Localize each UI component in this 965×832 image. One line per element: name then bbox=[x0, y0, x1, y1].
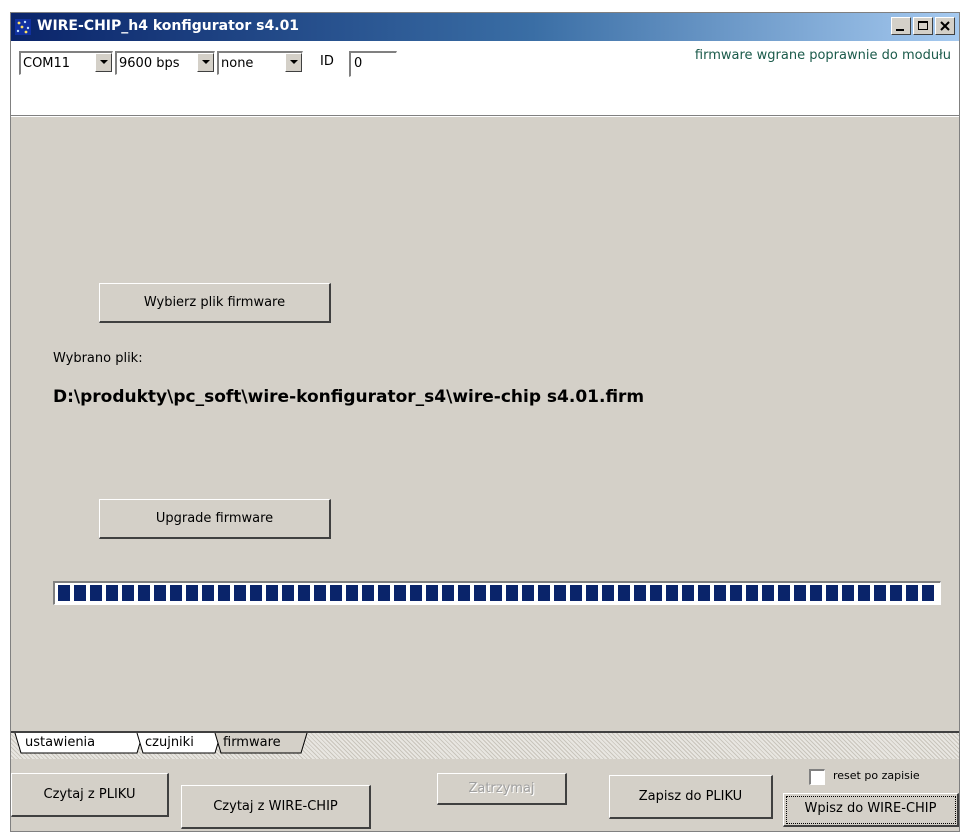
progress-block bbox=[458, 585, 470, 601]
progress-block bbox=[378, 585, 390, 601]
progress-block bbox=[410, 585, 422, 601]
close-button[interactable] bbox=[935, 17, 955, 35]
progress-block bbox=[650, 585, 662, 601]
progress-block bbox=[346, 585, 358, 601]
chevron-down-icon bbox=[202, 60, 210, 64]
maximize-icon bbox=[918, 21, 928, 30]
progress-block bbox=[362, 585, 374, 601]
progress-block bbox=[314, 585, 326, 601]
status-message: firmware wgrane poprawnie do modułu bbox=[694, 48, 951, 63]
id-input[interactable]: 0 bbox=[349, 51, 397, 77]
dropdown-arrow[interactable] bbox=[95, 53, 112, 72]
progress-block bbox=[602, 585, 614, 601]
progress-block bbox=[874, 585, 886, 601]
app-icon bbox=[15, 19, 31, 35]
progress-block bbox=[298, 585, 310, 601]
minimize-button[interactable] bbox=[891, 17, 911, 35]
write-chip-button[interactable]: Wpisz do WIRE-CHIP bbox=[783, 793, 959, 827]
title-bar[interactable]: WIRE-CHIP_h4 konfigurator s4.01 bbox=[11, 13, 959, 41]
progress-block bbox=[490, 585, 502, 601]
toolbar: COM11 9600 bps none ID 0 firmware wgrane… bbox=[11, 41, 959, 115]
progress-block bbox=[730, 585, 742, 601]
progress-block bbox=[106, 585, 118, 601]
progress-block bbox=[394, 585, 406, 601]
progress-block bbox=[922, 585, 934, 601]
tab-czujniki[interactable]: czujniki bbox=[145, 733, 194, 755]
progress-block bbox=[794, 585, 806, 601]
id-label: ID bbox=[320, 54, 334, 69]
progress-block bbox=[234, 585, 246, 601]
progress-block bbox=[426, 585, 438, 601]
progress-block bbox=[170, 585, 182, 601]
progress-block bbox=[330, 585, 342, 601]
dropdown-arrow[interactable] bbox=[197, 53, 214, 72]
stop-button: Zatrzymaj bbox=[437, 773, 567, 805]
reset-after-write-label: reset po zapisie bbox=[833, 769, 920, 782]
upgrade-firmware-button[interactable]: Upgrade firmware bbox=[99, 499, 331, 539]
progress-block bbox=[570, 585, 582, 601]
progress-block bbox=[186, 585, 198, 601]
progress-block bbox=[122, 585, 134, 601]
window-title: WIRE-CHIP_h4 konfigurator s4.01 bbox=[37, 18, 300, 34]
selected-file-path: D:\produkty\pc_soft\wire-konfigurator_s4… bbox=[53, 387, 645, 407]
progress-block bbox=[538, 585, 550, 601]
minimize-icon bbox=[896, 29, 904, 31]
progress-block bbox=[282, 585, 294, 601]
progress-block bbox=[810, 585, 822, 601]
progress-block bbox=[698, 585, 710, 601]
progress-block bbox=[506, 585, 518, 601]
progress-block bbox=[138, 585, 150, 601]
progress-block bbox=[218, 585, 230, 601]
choose-firmware-button[interactable]: Wybierz plik firmware bbox=[99, 283, 331, 323]
progress-block bbox=[90, 585, 102, 601]
progress-block bbox=[74, 585, 86, 601]
progress-block bbox=[522, 585, 534, 601]
progress-block bbox=[586, 585, 598, 601]
tab-strip: ustawienia czujniki firmware bbox=[11, 731, 959, 759]
chevron-down-icon bbox=[290, 60, 298, 64]
progress-block bbox=[154, 585, 166, 601]
dropdown-arrow[interactable] bbox=[285, 53, 302, 72]
progress-block bbox=[682, 585, 694, 601]
baud-select[interactable]: 9600 bps bbox=[115, 51, 215, 75]
progress-block bbox=[666, 585, 678, 601]
progress-block bbox=[778, 585, 790, 601]
save-file-button[interactable]: Zapisz do PLIKU bbox=[609, 775, 773, 819]
progress-block bbox=[618, 585, 630, 601]
progress-block bbox=[266, 585, 278, 601]
selected-file-label: Wybrano plik: bbox=[53, 351, 143, 366]
progress-block bbox=[250, 585, 262, 601]
read-chip-button[interactable]: Czytaj z WIRE-CHIP bbox=[181, 785, 371, 829]
progress-block bbox=[58, 585, 70, 601]
progress-block bbox=[442, 585, 454, 601]
progress-block bbox=[634, 585, 646, 601]
parity-select[interactable]: none bbox=[217, 51, 303, 75]
progress-block bbox=[554, 585, 566, 601]
progress-block bbox=[826, 585, 838, 601]
firmware-progress-bar bbox=[53, 581, 941, 605]
chevron-down-icon bbox=[100, 60, 108, 64]
port-select[interactable]: COM11 bbox=[19, 51, 113, 75]
progress-block bbox=[842, 585, 854, 601]
progress-block bbox=[474, 585, 486, 601]
close-icon bbox=[940, 21, 950, 31]
progress-block bbox=[906, 585, 918, 601]
tab-firmware[interactable]: firmware bbox=[223, 733, 281, 755]
progress-block bbox=[714, 585, 726, 601]
app-window: WIRE-CHIP_h4 konfigurator s4.01 COM11 96… bbox=[10, 12, 960, 832]
progress-block bbox=[890, 585, 902, 601]
progress-block bbox=[762, 585, 774, 601]
toolbar-divider bbox=[11, 115, 959, 117]
reset-after-write-checkbox[interactable] bbox=[809, 769, 825, 785]
progress-block bbox=[746, 585, 758, 601]
progress-block bbox=[858, 585, 870, 601]
tab-ustawienia[interactable]: ustawienia bbox=[25, 733, 95, 755]
maximize-button[interactable] bbox=[913, 17, 933, 35]
progress-block bbox=[202, 585, 214, 601]
read-file-button[interactable]: Czytaj z PLIKU bbox=[11, 773, 169, 817]
